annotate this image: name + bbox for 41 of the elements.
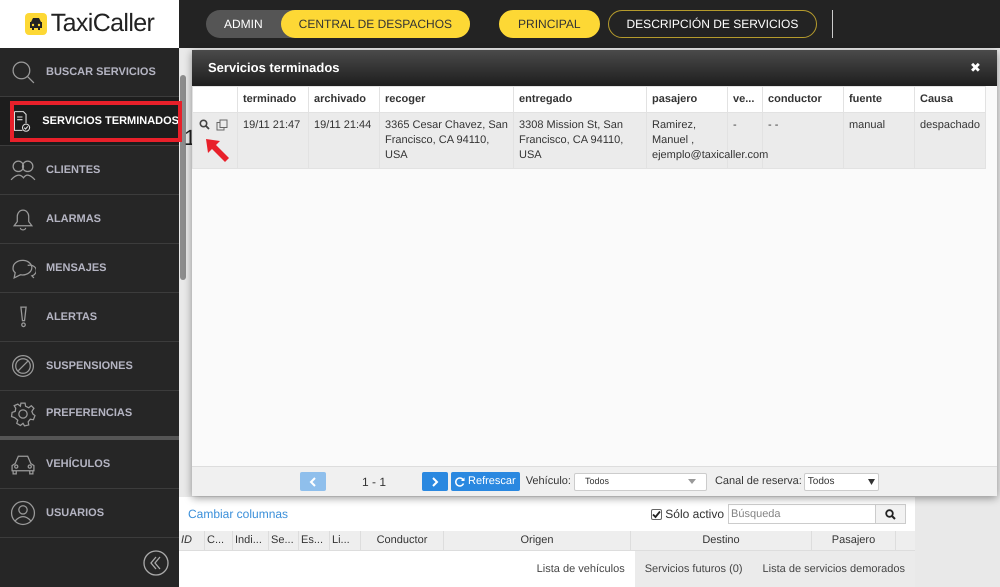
column-header[interactable]: recoger	[385, 93, 426, 106]
column-header[interactable]: Destino	[631, 531, 812, 550]
nav-tab[interactable]: ADMIN	[206, 10, 281, 38]
table-cell-text: 3308 Mission St, San Francisco, CA 94110, USA	[519, 118, 624, 163]
close-button[interactable]: ✖	[970, 58, 981, 78]
column-header[interactable]: ID	[179, 531, 205, 550]
column-header[interactable]: Conductor	[361, 531, 444, 550]
search-field[interactable]: Búsqueda	[728, 504, 876, 524]
table-cell-text: manual	[849, 118, 886, 133]
nav-tab[interactable]: CENTRAL DE DESPACHOS	[280, 10, 470, 38]
refresh-button[interactable]: Refrescar	[451, 472, 520, 491]
table-cell: Manuel ,	[652, 133, 694, 148]
field-label: Vehículo:	[526, 474, 571, 490]
vehicle-dropdown[interactable]: Todos	[574, 472, 707, 490]
table-cell: Ramirez,	[652, 118, 696, 133]
nav-button[interactable]: DESCRIPCIÓN DE SERVICIOS	[608, 10, 818, 38]
logo[interactable]: TaxiCaller	[0, 0, 179, 48]
checkbox-label: Sólo activo	[665, 506, 724, 523]
table-cell-text: -	[733, 118, 738, 133]
tab[interactable]: Servicios futuros (0)	[634, 551, 753, 587]
nav-button[interactable]: PRINCIPAL	[499, 10, 600, 38]
table-cell: 3365 Cesar Chavez, San Francisco, CA 94110, USA	[385, 118, 508, 163]
column-header[interactable]: Li...	[330, 531, 361, 550]
page-range: 1 - 1	[362, 474, 386, 490]
table-cell-text: - -	[768, 118, 780, 133]
column-header[interactable]: Es...	[299, 531, 330, 550]
column-header[interactable]: C...	[205, 531, 233, 550]
dialog-title: Servicios terminados	[208, 59, 340, 78]
column-header[interactable]: entregado	[519, 93, 572, 106]
column-header[interactable]: Pasajero	[812, 531, 896, 550]
table-cell-text: 19/11 21:47	[243, 118, 302, 133]
table-cell-text: 19/11 21:44	[314, 118, 372, 133]
channel-dropdown[interactable]: Todos	[804, 472, 879, 490]
tab[interactable]: Lista de servicios demorados	[752, 551, 915, 587]
column-header[interactable]: Se...	[269, 531, 299, 550]
field-label: Canal de reserva:	[714, 474, 802, 490]
logo-text: TaxiCaller	[50, 8, 154, 40]
column-header[interactable]: Indi...	[233, 531, 269, 550]
table-cell: despachado	[920, 118, 980, 133]
column-header[interactable]: Origen	[444, 531, 631, 550]
table-cell: ejemplo@taxicaller.com	[652, 148, 768, 163]
